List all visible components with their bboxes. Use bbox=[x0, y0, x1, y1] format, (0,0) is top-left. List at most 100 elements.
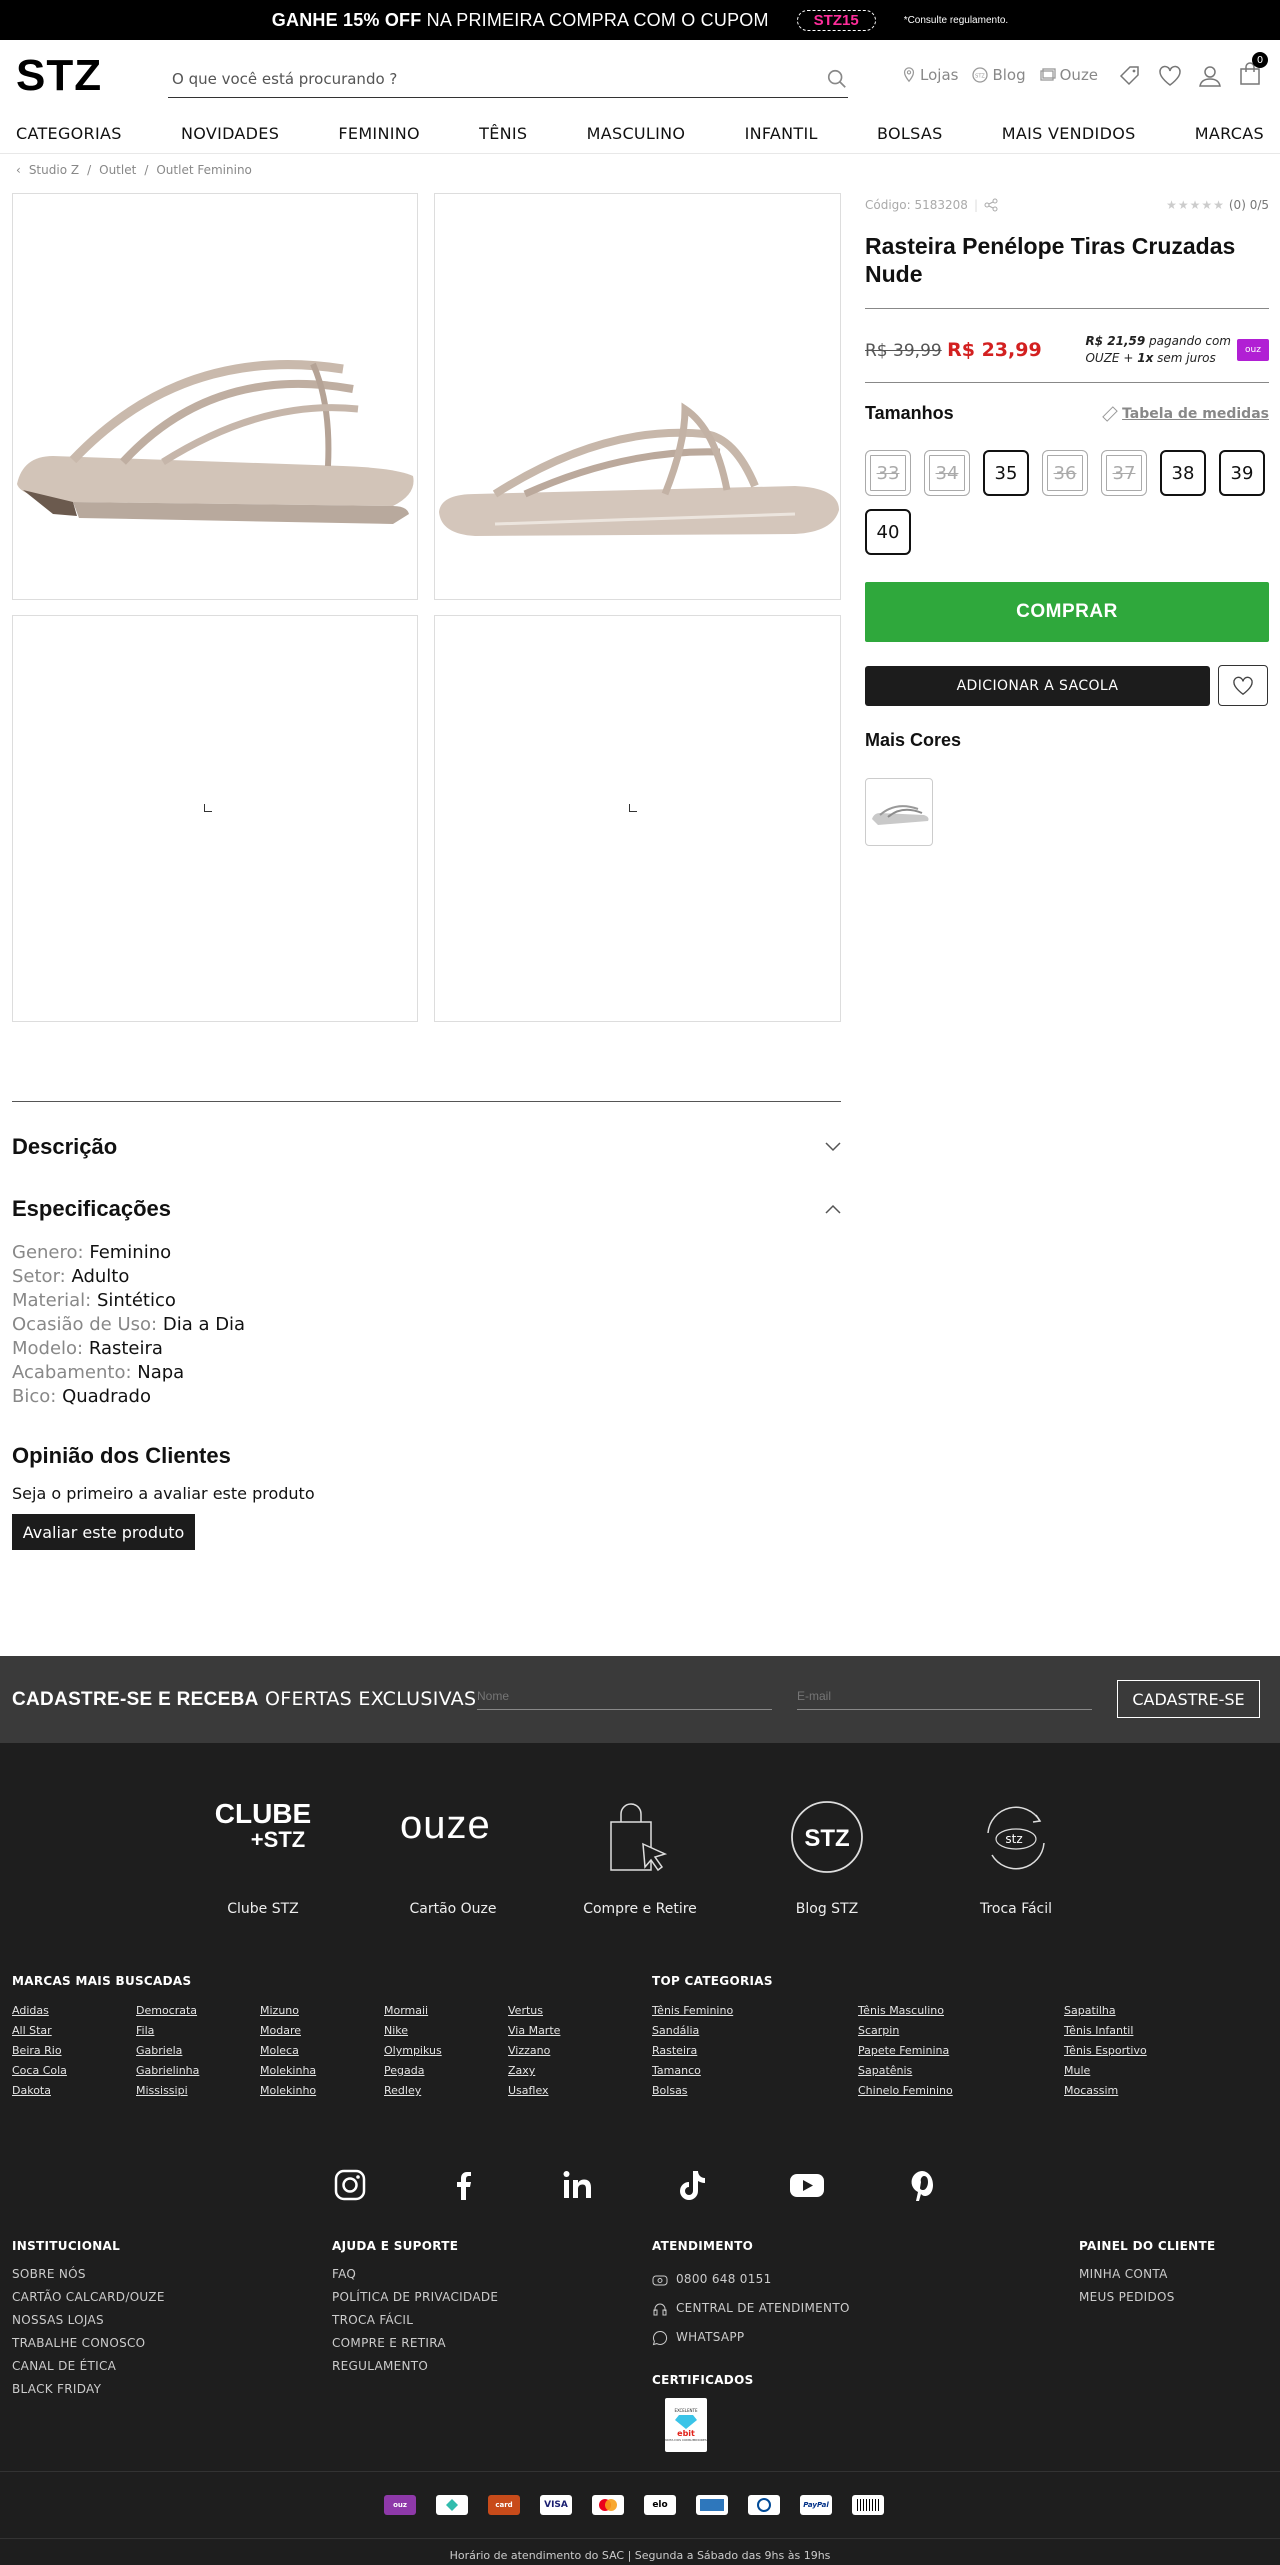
logo[interactable]: STZ bbox=[16, 50, 102, 102]
footer-menu-link[interactable]: COMPRE E RETIRA bbox=[332, 2332, 498, 2355]
share-icon[interactable] bbox=[984, 198, 998, 212]
footer-link[interactable]: Vertus bbox=[508, 2001, 632, 2021]
footer-link[interactable]: Sapatênis bbox=[858, 2061, 1064, 2081]
footer-link[interactable]: Sapatilha bbox=[1064, 2001, 1270, 2021]
footer-link[interactable]: Modare bbox=[260, 2021, 384, 2041]
name-input[interactable] bbox=[477, 1688, 772, 1703]
size-chart-link[interactable]: Tabela de medidas bbox=[1102, 406, 1269, 422]
newsletter-email-field[interactable] bbox=[797, 1682, 1092, 1710]
phone-item[interactable]: 0800 648 0151 bbox=[652, 2265, 850, 2294]
footer-link[interactable]: Dakota bbox=[12, 2081, 136, 2101]
color-swatch[interactable] bbox=[865, 778, 933, 846]
search-icon[interactable] bbox=[826, 68, 848, 90]
size-option-38[interactable]: 38 bbox=[1160, 450, 1206, 496]
footer-link[interactable]: Nike bbox=[384, 2021, 508, 2041]
ouze-link[interactable]: Ouze bbox=[1039, 66, 1098, 84]
product-image-2[interactable] bbox=[434, 193, 841, 600]
search-input[interactable] bbox=[168, 69, 826, 88]
feature-label[interactable]: Cartão Ouze bbox=[390, 1901, 516, 1917]
footer-link[interactable]: Moleca bbox=[260, 2041, 384, 2061]
size-option-36[interactable]: 36 bbox=[1042, 450, 1088, 496]
footer-menu-link[interactable]: CANAL DE ÉTICA bbox=[12, 2355, 165, 2378]
footer-menu-link[interactable]: NOSSAS LOJAS bbox=[12, 2309, 165, 2332]
nav-masculino[interactable]: MASCULINO bbox=[587, 118, 686, 153]
footer-link[interactable]: Sandália bbox=[652, 2021, 858, 2041]
footer-link[interactable]: Molekinho bbox=[260, 2081, 384, 2101]
footer-link[interactable]: Tênis Infantil bbox=[1064, 2021, 1270, 2041]
promo-bar[interactable]: GANHE 15% OFF NA PRIMEIRA COMPRA COM O C… bbox=[0, 0, 1280, 40]
footer-link[interactable]: Gabriela bbox=[136, 2041, 260, 2061]
linkedin-icon[interactable] bbox=[561, 2168, 595, 2202]
footer-link[interactable]: Via Marte bbox=[508, 2021, 632, 2041]
footer-menu-link[interactable]: MINHA CONTA bbox=[1079, 2263, 1175, 2286]
nav-mais-vendidos[interactable]: MAIS VENDIDOS bbox=[1002, 118, 1136, 153]
footer-link[interactable]: Beira Rio bbox=[12, 2041, 136, 2061]
footer-link[interactable]: Rasteira bbox=[652, 2041, 858, 2061]
email-input[interactable] bbox=[797, 1688, 1092, 1703]
footer-menu-link[interactable]: REGULAMENTO bbox=[332, 2355, 498, 2378]
footer-menu-link[interactable]: SOBRE NÓS bbox=[12, 2263, 165, 2286]
footer-link[interactable]: Adidas bbox=[12, 2001, 136, 2021]
product-image-1[interactable] bbox=[12, 193, 418, 600]
review-button[interactable]: Avaliar este produto bbox=[12, 1514, 195, 1550]
newsletter-name-field[interactable] bbox=[477, 1682, 772, 1710]
footer-menu-link[interactable]: MEUS PEDIDOS bbox=[1079, 2286, 1175, 2309]
ebit-badge[interactable]: EXCELENTE ebit NOTA DOS CONSUMIDORES bbox=[665, 2398, 707, 2452]
footer-menu-link[interactable]: TRABALHE CONOSCO bbox=[12, 2332, 165, 2355]
coupon-icon[interactable] bbox=[1118, 64, 1142, 88]
clube-stz-logo[interactable]: CLUBE +STZ bbox=[200, 1799, 326, 1869]
size-option-39[interactable]: 39 bbox=[1219, 450, 1265, 496]
description-accordion[interactable]: Descrição bbox=[12, 1134, 841, 1160]
footer-link[interactable]: Molekinha bbox=[260, 2061, 384, 2081]
newsletter-submit-button[interactable]: CADASTRE-SE bbox=[1117, 1680, 1260, 1718]
feature-label[interactable]: Clube STZ bbox=[200, 1901, 326, 1917]
bag-button[interactable]: 0 bbox=[1238, 52, 1268, 90]
footer-link[interactable]: Mocassim bbox=[1064, 2081, 1270, 2101]
footer-link[interactable]: Mule bbox=[1064, 2061, 1270, 2081]
product-image-3[interactable] bbox=[12, 615, 418, 1022]
footer-link[interactable]: Papete Feminina bbox=[858, 2041, 1064, 2061]
footer-link[interactable]: Bolsas bbox=[652, 2081, 858, 2101]
support-center-item[interactable]: CENTRAL DE ATENDIMENTO bbox=[652, 2294, 850, 2323]
product-image-4[interactable] bbox=[434, 615, 841, 1022]
footer-link[interactable]: Mormaii bbox=[384, 2001, 508, 2021]
footer-link[interactable]: Mizuno bbox=[260, 2001, 384, 2021]
shopping-bag-cursor-icon[interactable] bbox=[605, 1800, 671, 1876]
pinterest-icon[interactable] bbox=[905, 2168, 939, 2202]
footer-link[interactable]: Olympikus bbox=[384, 2041, 508, 2061]
footer-link[interactable]: All Star bbox=[12, 2021, 136, 2041]
footer-link[interactable]: Fila bbox=[136, 2021, 260, 2041]
footer-link[interactable]: Pegada bbox=[384, 2061, 508, 2081]
promo-code[interactable]: STZ15 bbox=[796, 9, 876, 31]
footer-link[interactable]: Chinelo Feminino bbox=[858, 2081, 1064, 2101]
buy-button[interactable]: COMPRAR bbox=[865, 582, 1269, 642]
footer-menu-link[interactable]: POLÍTICA DE PRIVACIDADE bbox=[332, 2286, 498, 2309]
nav-tenis[interactable]: TÊNIS bbox=[479, 118, 527, 153]
footer-menu-link[interactable]: FAQ bbox=[332, 2263, 498, 2286]
footer-link[interactable]: Mississipi bbox=[136, 2081, 260, 2101]
footer-link[interactable]: Tênis Masculino bbox=[858, 2001, 1064, 2021]
footer-link[interactable]: Redley bbox=[384, 2081, 508, 2101]
feature-label[interactable]: Compre e Retire bbox=[570, 1901, 710, 1917]
facebook-icon[interactable] bbox=[447, 2168, 481, 2202]
footer-menu-link[interactable]: TROCA FÁCIL bbox=[332, 2309, 498, 2332]
feature-label[interactable]: Troca Fácil bbox=[953, 1901, 1079, 1917]
footer-link[interactable]: Usaflex bbox=[508, 2081, 632, 2101]
exchange-icon[interactable]: stz bbox=[978, 1803, 1054, 1873]
breadcrumb-item[interactable]: Studio Z bbox=[29, 163, 79, 177]
ouze-logo[interactable]: ouze bbox=[400, 1803, 491, 1848]
youtube-icon[interactable] bbox=[789, 2168, 825, 2202]
blog-link[interactable]: STZ Blog bbox=[972, 66, 1026, 84]
footer-link[interactable]: Tênis Feminino bbox=[652, 2001, 858, 2021]
blog-stz-icon[interactable]: STZ bbox=[790, 1800, 864, 1874]
tiktok-icon[interactable] bbox=[675, 2168, 709, 2202]
nav-feminino[interactable]: FEMININO bbox=[338, 118, 420, 153]
size-option-40[interactable]: 40 bbox=[865, 509, 911, 555]
footer-link[interactable]: Scarpin bbox=[858, 2021, 1064, 2041]
nav-novidades[interactable]: NOVIDADES bbox=[181, 118, 279, 153]
footer-link[interactable]: Tamanco bbox=[652, 2061, 858, 2081]
breadcrumb-item[interactable]: Outlet Feminino bbox=[156, 163, 252, 177]
footer-link[interactable]: Tênis Esportivo bbox=[1064, 2041, 1270, 2061]
add-to-bag-button[interactable]: ADICIONAR A SACOLA bbox=[865, 666, 1210, 706]
nav-marcas[interactable]: MARCAS bbox=[1195, 118, 1264, 153]
